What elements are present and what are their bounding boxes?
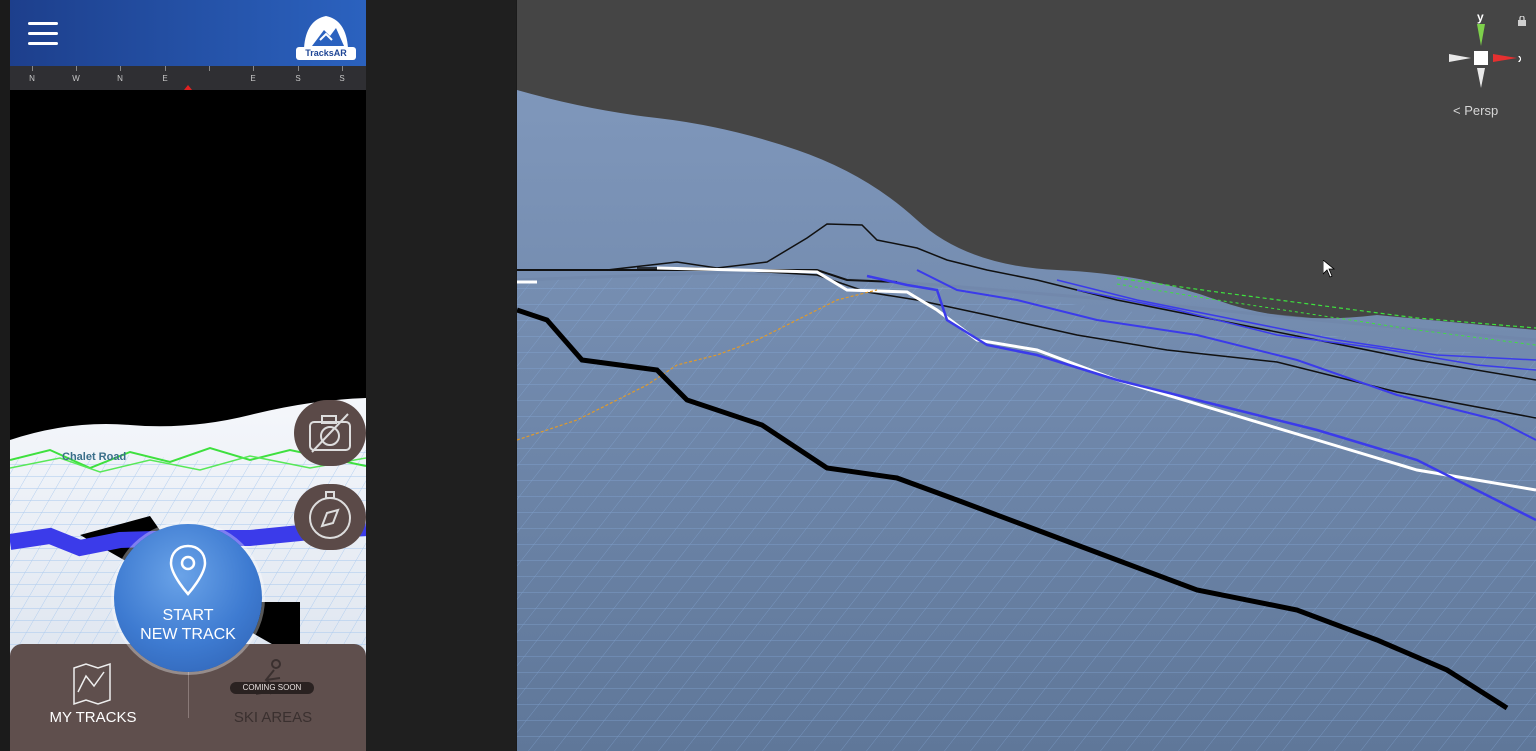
tab-label: MY TRACKS (49, 709, 137, 726)
scene-viewport[interactable]: y x < Persp (517, 0, 1536, 751)
gizmo-negative-x[interactable] (1449, 54, 1471, 62)
gizmo-center[interactable] (1474, 51, 1488, 65)
compass-mark: N (117, 74, 123, 83)
start-button-label: START NEW TRACK (140, 607, 236, 643)
app-header: TracksAR (10, 0, 366, 66)
mountain-icon (304, 16, 348, 48)
persp-icon: < (1453, 103, 1461, 118)
compass-icon (309, 491, 351, 539)
compass-mark: S (339, 74, 345, 83)
editor-gutter (366, 0, 516, 751)
gizmo-x-label: x (1518, 53, 1521, 65)
tab-divider (188, 672, 189, 718)
heading-pointer-icon (184, 85, 192, 90)
gizmo-x-axis[interactable] (1493, 54, 1517, 62)
cursor-icon (1323, 260, 1335, 278)
compass-mark: E (162, 74, 168, 83)
road-label: Chalet Road (62, 451, 126, 463)
start-new-track-button[interactable]: START NEW TRACK (114, 524, 262, 672)
gizmo-negative-y[interactable] (1477, 68, 1485, 88)
compass-button[interactable] (294, 484, 366, 550)
logo-wordmark: TracksAR (296, 47, 356, 60)
camera-off-icon (309, 413, 351, 453)
compass-mark: S (295, 74, 301, 83)
terrain-3d-view (517, 90, 1536, 751)
gizmo-y-label: y (1477, 10, 1484, 24)
compass-mark: N (29, 74, 35, 83)
compass-mark: W (72, 74, 80, 83)
location-pin-icon (169, 544, 207, 596)
lock-icon[interactable] (1517, 16, 1527, 26)
app-panel: Chalet Road TracksAR N W N E E S S MY TR… (10, 0, 366, 751)
map-tracks-icon (73, 662, 111, 706)
tab-label: SKI AREAS (233, 709, 313, 726)
tracksar-logo: TracksAR (296, 10, 356, 60)
orientation-gizmo[interactable]: y x (1441, 10, 1521, 100)
projection-label[interactable]: < Persp (1453, 103, 1498, 118)
gizmo-y-axis[interactable] (1477, 24, 1485, 46)
camera-toggle-button[interactable] (294, 400, 366, 466)
menu-icon[interactable] (28, 22, 58, 46)
coming-soon-badge: COMING SOON (230, 682, 314, 694)
compass-mark: E (250, 74, 256, 83)
